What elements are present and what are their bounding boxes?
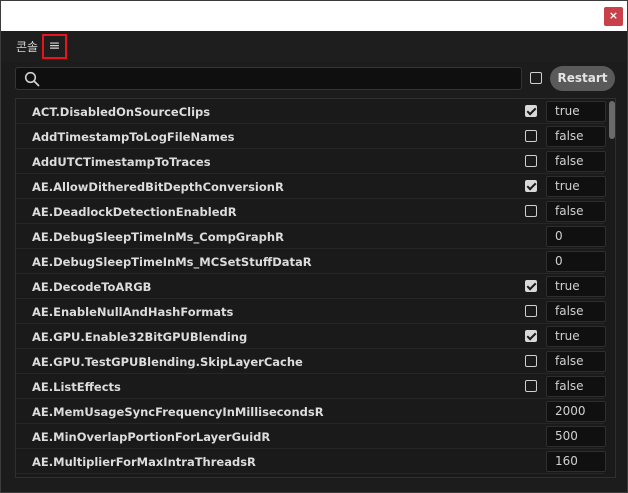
setting-name: AddUTCTimestampToTraces: [32, 155, 211, 169]
setting-checkbox[interactable]: [525, 155, 537, 167]
setting-value-field[interactable]: true: [546, 276, 606, 297]
restart-button[interactable]: Restart: [550, 66, 615, 91]
setting-value-field[interactable]: false: [546, 351, 606, 372]
table-row: AE.GPU.TestGPUBlending.SkipLayerCache fal…: [16, 349, 606, 374]
setting-value-field[interactable]: true: [546, 326, 606, 347]
setting-value-field[interactable]: true: [546, 101, 606, 122]
setting-name: AE.ListEffects: [32, 380, 121, 394]
setting-value-field[interactable]: 0: [546, 251, 606, 272]
setting-checkbox[interactable]: [525, 380, 537, 392]
table-row: AE.DebugSleepTimeInMs_MCSetStuffDataR 0: [16, 249, 606, 274]
panel-title: 콘솔: [16, 40, 39, 54]
settings-list: AE.MultiplierForMaxIntraThreadsR 160 AE.Mi…: [15, 98, 616, 478]
table-row: AE.ListEffects false: [16, 374, 606, 399]
setting-checkbox[interactable]: [525, 305, 537, 317]
setting-name: AE.DecodeToARGB: [32, 280, 152, 294]
setting-name: AE.DeadlockDetectionEnabledR: [32, 205, 237, 219]
setting-value-field[interactable]: false: [546, 301, 606, 322]
search-box[interactable]: [15, 67, 522, 90]
setting-checkbox[interactable]: [525, 105, 537, 117]
setting-value-field[interactable]: false: [546, 201, 606, 222]
panel-header: 콘솔 ≡: [1, 31, 627, 61]
table-row: AE.EnableNullAndHashFormats false: [16, 299, 606, 324]
scrollbar[interactable]: [608, 99, 615, 477]
setting-checkbox[interactable]: [525, 205, 537, 217]
setting-value-field[interactable]: false: [546, 151, 606, 172]
setting-value-field[interactable]: 0: [546, 226, 606, 247]
setting-name: AE.MinOverlapPortionForLayerGuidR: [32, 430, 271, 444]
setting-checkbox[interactable]: [525, 280, 537, 292]
setting-value-field[interactable]: 500: [546, 426, 606, 447]
setting-name: AE.EnableNullAndHashFormats: [32, 305, 234, 319]
table-row: AE.DecodeToARGB true: [16, 274, 606, 299]
console-window: × 콘솔 ≡ Restart AE.MultiplierForMaxIntraT…: [0, 0, 628, 493]
setting-checkbox[interactable]: [525, 180, 537, 192]
title-bar: ×: [1, 1, 627, 31]
table-row: AE.GPU.Enable32BitGPUBlending true: [16, 324, 606, 349]
table-row: AddUTCTimestampToTraces false: [16, 149, 606, 174]
search-icon: [24, 71, 40, 87]
setting-name: ACT.DisabledOnSourceClips: [32, 105, 211, 119]
hamburger-menu-icon: ≡: [48, 38, 61, 54]
setting-name: AE.DebugSleepTimeInMs_MCSetStuffDataR: [32, 255, 312, 269]
scrollbar-thumb[interactable]: [609, 101, 615, 139]
close-button[interactable]: ×: [604, 7, 623, 26]
table-row: AE.DebugSleepTimeInMs_CompGraphR 0: [16, 224, 606, 249]
table-row: AE.AllowDitheredBitDepthConversionR true: [16, 174, 606, 199]
setting-name: AE.GPU.Enable32BitGPUBlending: [32, 330, 248, 344]
table-row: ACT.DisabledOnSourceClips true: [16, 99, 606, 124]
option-checkbox[interactable]: [530, 72, 542, 84]
setting-value-field[interactable]: false: [546, 376, 606, 397]
table-row: AE.MinOverlapPortionForLayerGuidR 500: [16, 424, 606, 449]
table-row: AE.DeadlockDetectionEnabledR false: [16, 199, 606, 224]
setting-checkbox[interactable]: [525, 355, 537, 367]
panel-menu-button[interactable]: ≡: [42, 34, 67, 59]
setting-checkbox[interactable]: [525, 330, 537, 342]
table-row: AE.MultiplierForMaxIntraThreadsR 160: [16, 449, 606, 474]
setting-checkbox[interactable]: [525, 130, 537, 142]
setting-value-field[interactable]: true: [546, 176, 606, 197]
search-input[interactable]: [46, 70, 516, 88]
setting-value-field[interactable]: 2000: [546, 401, 606, 422]
setting-value-field[interactable]: false: [546, 126, 606, 147]
setting-name: AE.AllowDitheredBitDepthConversionR: [32, 180, 284, 194]
setting-name: AE.MultiplierForMaxIntraThreadsR: [32, 455, 256, 469]
setting-value-field[interactable]: 160: [546, 451, 606, 472]
setting-name: AE.GPU.TestGPUBlending.SkipLayerCache: [32, 355, 303, 369]
table-row: AE.MemUsageSyncFrequencyInMillisecondsR 2…: [16, 399, 606, 424]
setting-name: AE.MemUsageSyncFrequencyInMillisecondsR: [32, 405, 324, 419]
setting-name: AE.DebugSleepTimeInMs_CompGraphR: [32, 230, 284, 244]
table-row: AddTimestampToLogFileNames false: [16, 124, 606, 149]
setting-name: AddTimestampToLogFileNames: [32, 130, 235, 144]
